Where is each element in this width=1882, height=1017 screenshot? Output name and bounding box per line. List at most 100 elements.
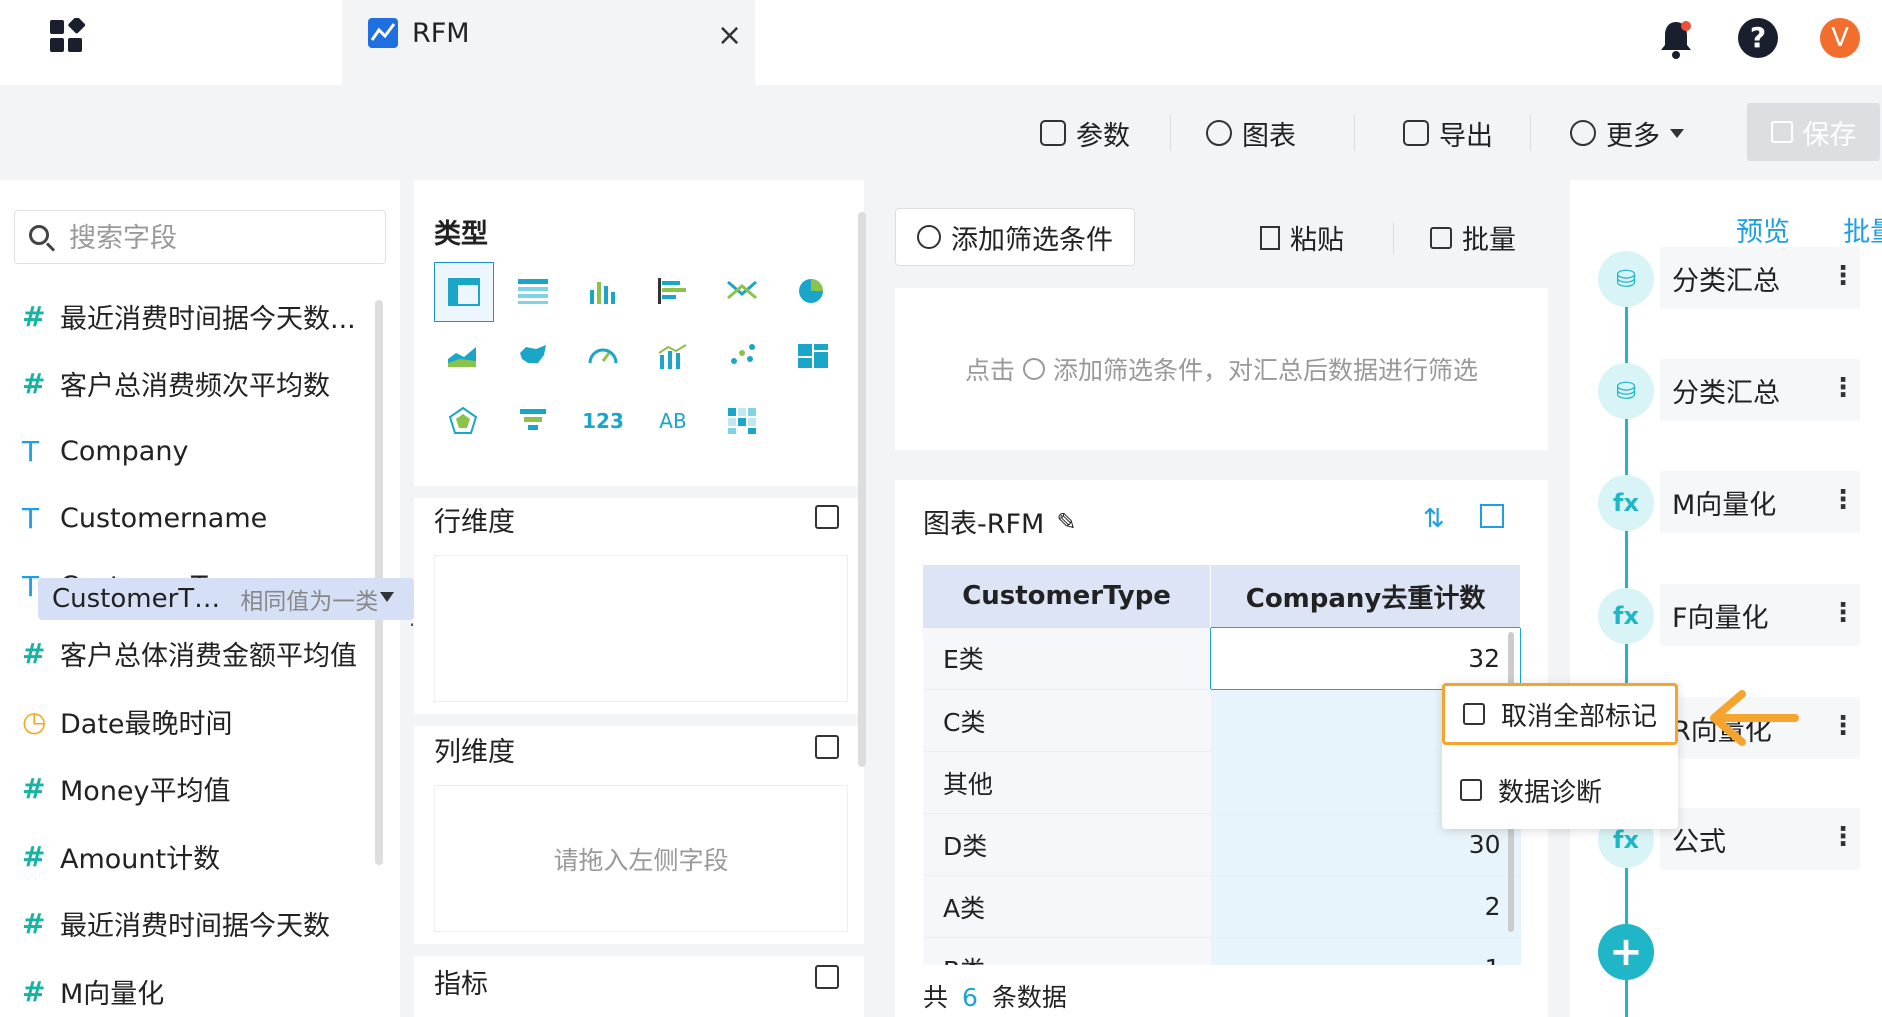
table-cell[interactable]: B类 — [923, 937, 1211, 965]
numeric-field-icon: # — [22, 771, 46, 805]
chart-type-pie[interactable] — [784, 262, 842, 320]
field-item[interactable]: # 最近消费时间据今天数... — [22, 296, 356, 336]
table-row[interactable]: D类 30 — [923, 813, 1521, 876]
more-label: 更多 — [1606, 120, 1660, 152]
table-cell[interactable]: 2 — [1210, 875, 1521, 938]
chart-type-table[interactable] — [434, 262, 494, 322]
more-options-icon[interactable]: ⋮ — [1830, 598, 1856, 628]
metric-settings-icon[interactable] — [815, 965, 839, 989]
chart-type-heatmap[interactable] — [714, 392, 772, 450]
flow-links: 预览 批量 — [1736, 210, 1882, 249]
menu-item-label: 取消全部标记 — [1501, 701, 1658, 732]
chart-type-grid-table[interactable] — [504, 262, 562, 320]
batch-label: 批量 — [1462, 225, 1516, 256]
table-cell[interactable]: 1 — [1210, 937, 1521, 965]
chart-type-radar[interactable] — [434, 392, 492, 450]
field-item[interactable]: # 最近消费时间据今天数 — [22, 903, 330, 943]
table-cell[interactable]: 其他 — [923, 751, 1211, 814]
export-button[interactable]: 导出 — [1403, 113, 1493, 153]
table-row[interactable]: A类 2 — [923, 875, 1521, 938]
field-item[interactable]: T Company — [22, 431, 188, 471]
group-summary-icon: ⛁ — [1598, 251, 1654, 307]
avatar[interactable]: V — [1820, 18, 1860, 58]
chart-type-horizontal-bar[interactable] — [644, 262, 702, 320]
table-cell[interactable]: A类 — [923, 875, 1211, 938]
menu-item-unmark-all[interactable]: 取消全部标记 — [1442, 683, 1678, 745]
sort-icon[interactable]: ⇅ — [1423, 504, 1445, 534]
config-scrollbar[interactable] — [858, 212, 866, 767]
chart-type-kpi[interactable]: 123 — [574, 392, 632, 450]
preview-link[interactable]: 预览 — [1736, 217, 1790, 248]
more-options-icon[interactable]: ⋮ — [1830, 822, 1856, 852]
more-options-icon[interactable]: ⋮ — [1830, 373, 1856, 403]
more-button[interactable]: 更多 — [1570, 113, 1684, 153]
field-label: Amount计数 — [60, 843, 221, 875]
chart-type-map[interactable] — [504, 327, 562, 385]
paste-button[interactable]: 粘贴 — [1260, 218, 1344, 257]
plus-circle-icon — [1023, 358, 1045, 380]
count-number: 6 — [962, 983, 978, 1012]
field-item[interactable]: # Money平均值 — [22, 768, 231, 808]
flow-step[interactable]: fx M向量化 ⋮ — [1598, 471, 1878, 533]
params-button[interactable]: 参数 — [1040, 113, 1130, 153]
field-item[interactable]: # 客户总体消费金额平均值 — [22, 633, 357, 673]
field-item[interactable]: # Amount计数 — [22, 836, 220, 876]
batch-link[interactable]: 批量 — [1843, 217, 1882, 248]
chart-type-combo[interactable] — [644, 327, 702, 385]
save-icon — [1770, 121, 1793, 143]
add-chart-button[interactable]: 图表 — [1206, 113, 1296, 153]
more-options-icon[interactable]: ⋮ — [1830, 485, 1856, 515]
more-options-icon[interactable]: ⋮ — [1830, 711, 1856, 741]
plus-circle-icon — [1206, 120, 1232, 146]
dimension-settings-icon[interactable] — [815, 735, 839, 759]
chart-type-word-cloud[interactable]: AB — [644, 392, 702, 450]
table-cell[interactable]: D类 — [923, 813, 1211, 876]
row-dimension-pill[interactable]: CustomerT… 相同值为一类 — [38, 578, 414, 620]
filter-area[interactable]: 点击 添加筛选条件，对汇总后数据进行筛选 — [895, 288, 1548, 450]
dimension-settings-icon[interactable] — [815, 505, 839, 529]
chart-type-funnel[interactable] — [504, 392, 562, 450]
flow-step[interactable]: fx F向量化 ⋮ — [1598, 584, 1878, 646]
chart-type-treemap[interactable] — [784, 327, 842, 385]
table-header[interactable]: CustomerType — [923, 565, 1212, 628]
bell-icon[interactable] — [1656, 18, 1696, 60]
flow-step[interactable]: ⛁ 分类汇总 ⋮ — [1598, 247, 1878, 309]
column-dimension-dropzone[interactable]: 请拖入左侧字段 — [434, 785, 848, 932]
edit-icon[interactable]: ✎ — [1056, 508, 1076, 536]
help-icon[interactable]: ? — [1738, 18, 1778, 58]
fullscreen-icon[interactable] — [1480, 504, 1504, 528]
table-row[interactable]: C类 — [923, 689, 1521, 752]
chart-type-bar[interactable] — [574, 262, 632, 320]
chart-type-cross[interactable] — [714, 262, 772, 320]
table-cell[interactable]: E类 — [923, 627, 1211, 690]
more-options-icon[interactable]: ⋮ — [1830, 261, 1856, 291]
save-button[interactable]: 保存 — [1747, 103, 1880, 161]
apps-grid-icon[interactable] — [48, 16, 88, 58]
chart-label: 图表 — [1242, 120, 1296, 152]
close-icon[interactable]: × — [717, 18, 742, 53]
field-item[interactable]: # M向量化 — [22, 971, 164, 1011]
table-cell[interactable]: C类 — [923, 689, 1211, 752]
section-divider — [414, 486, 864, 498]
table-header[interactable]: Company去重计数 — [1210, 565, 1521, 628]
row-dimension-dropzone[interactable] — [434, 555, 848, 702]
flow-step[interactable]: ⛁ 分类汇总 ⋮ — [1598, 359, 1878, 421]
chart-type-gauge[interactable] — [574, 327, 632, 385]
chart-type-area[interactable] — [434, 327, 492, 385]
tab-rfm[interactable]: RFM × — [342, 0, 755, 85]
table-cell[interactable]: 32 — [1210, 627, 1521, 690]
table-row[interactable]: E类 32 — [923, 627, 1521, 690]
divider — [1170, 115, 1171, 151]
field-item[interactable]: # 客户总消费频次平均数 — [22, 363, 330, 403]
field-item[interactable]: ◷ Date最晚时间 — [22, 701, 233, 741]
add-step-button[interactable]: + — [1598, 924, 1654, 980]
search-input[interactable] — [67, 219, 371, 257]
chart-type-scatter[interactable] — [714, 327, 772, 385]
table-row[interactable]: B类 1 — [923, 937, 1521, 965]
field-item[interactable]: T Customername — [22, 498, 267, 538]
menu-item-data-diagnosis[interactable]: 数据诊断 — [1442, 759, 1678, 821]
add-filter-button[interactable]: 添加筛选条件 — [895, 208, 1135, 266]
table-row[interactable]: 其他 — [923, 751, 1521, 814]
caret-down-icon[interactable] — [380, 592, 394, 602]
batch-button[interactable]: 批量 — [1430, 218, 1516, 257]
